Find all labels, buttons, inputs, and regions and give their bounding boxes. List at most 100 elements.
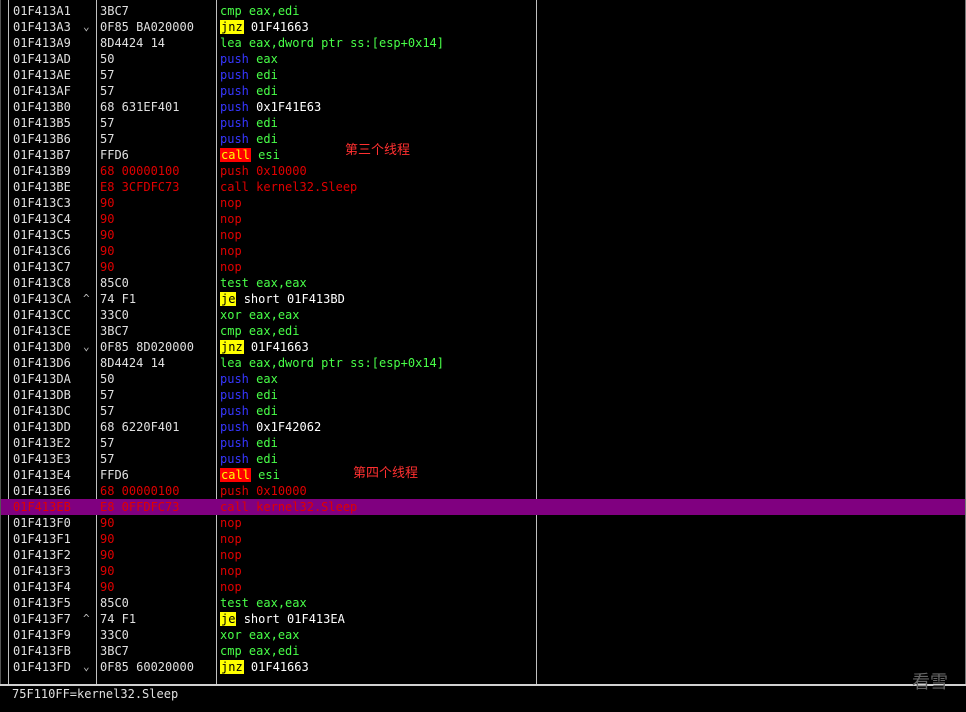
mnemonic: call [220, 500, 249, 514]
address: 01F413B0 [13, 100, 71, 114]
instruction-row[interactable]: 01F413B9 68 00000100 push 0x10000 [1, 163, 965, 179]
instruction-row[interactable]: 01F413DA 50 push eax [1, 371, 965, 387]
instruction-row[interactable]: 01F413C3 90 nop [1, 195, 965, 211]
operands: 0x1F41E63 [256, 100, 322, 114]
operands: edi [256, 116, 278, 130]
instruction-row[interactable]: 01F413DD 68 6220F401 push 0x1F42062 [1, 419, 965, 435]
mnemonic: push [220, 116, 249, 130]
hex-bytes: 85C0 [100, 276, 129, 290]
annotation-fourth-thread: 第四个线程 [353, 466, 419, 481]
instruction-row[interactable]: 01F413F3 90 nop [1, 563, 965, 579]
mnemonic: je [220, 612, 237, 626]
instruction-row[interactable]: 01F413D0 ⌄ 0F85 8D020000 jnz 01F41663 [1, 339, 965, 355]
instruction-row[interactable]: 01F413F4 90 nop [1, 579, 965, 595]
disassembly: call kernel32.Sleep [220, 179, 357, 195]
mnemonic: push [220, 404, 249, 418]
instruction-row[interactable]: 01F413B5 57 push edi [1, 115, 965, 131]
instruction-row[interactable]: 01F413DC 57 push edi [1, 403, 965, 419]
instruction-row[interactable]: 01F413E2 57 push edi [1, 435, 965, 451]
instruction-row[interactable]: 01F413F1 90 nop [1, 531, 965, 547]
address: 01F413C8 [13, 276, 71, 290]
instruction-row[interactable]: 01F413C6 90 nop [1, 243, 965, 259]
instruction-row[interactable]: 01F413E3 57 push edi [1, 451, 965, 467]
instruction-row[interactable]: 01F413C7 90 nop [1, 259, 965, 275]
mnemonic: cmp [220, 4, 242, 18]
instruction-row[interactable]: 01F413E4 FFD6 call esi [1, 467, 965, 483]
instruction-row[interactable]: 01F413CE 3BC7 cmp eax,edi [1, 323, 965, 339]
address: 01F413D0 [13, 340, 71, 354]
address: 01F413E6 [13, 484, 71, 498]
mnemonic: nop [220, 580, 242, 594]
instruction-row[interactable]: 01F413F7 ^ 74 F1 je short 01F413EA [1, 611, 965, 627]
address: 01F413DC [13, 404, 71, 418]
disassembly: nop [220, 259, 249, 275]
mnemonic: nop [220, 228, 242, 242]
hex-bytes: 50 [100, 372, 115, 386]
selected-instruction-row[interactable]: 01F413EB E8 0FFDFC73 call kernel32.Sleep [1, 499, 965, 515]
kanxue-watermark-logo: 看雪 [912, 672, 948, 693]
annotation-third-thread: 第三个线程 [345, 143, 411, 158]
mnemonic: push [220, 484, 249, 498]
instruction-row[interactable]: 01F413C8 85C0 test eax,eax [1, 275, 965, 291]
instruction-row[interactable]: 01F413AE 57 push edi [1, 67, 965, 83]
mnemonic: je [220, 292, 237, 306]
hex-bytes: 50 [100, 52, 115, 66]
operands: edi [256, 68, 278, 82]
instruction-row[interactable]: 01F413C5 90 nop [1, 227, 965, 243]
operands: edi [256, 84, 278, 98]
hex-bytes: 90 [100, 532, 115, 546]
disassembly: je short 01F413BD [220, 291, 345, 307]
address: 01F413F5 [13, 596, 71, 610]
mnemonic: lea [220, 356, 242, 370]
instruction-row[interactable]: 01F413C4 90 nop [1, 211, 965, 227]
instruction-row[interactable]: 01F413D6 8D4424 14 lea eax,dword ptr ss:[e… [1, 355, 965, 371]
disassembly: xor eax,eax [220, 307, 300, 323]
operands: 01F41663 [250, 20, 309, 34]
instruction-row[interactable]: 01F413A1 3BC7 cmp eax,edi [1, 3, 965, 19]
mnemonic: nop [220, 244, 242, 258]
operands: kernel32.Sleep [256, 180, 358, 194]
disassembly: nop [220, 515, 249, 531]
instruction-row[interactable]: 01F413FD ⌄ 0F85 60020000 jnz 01F41663 [1, 659, 965, 675]
instruction-row[interactable]: 01F413F9 33C0 xor eax,eax [1, 627, 965, 643]
instruction-row[interactable]: 01F413E6 68 00000100 push 0x10000 [1, 483, 965, 499]
instruction-row[interactable]: 01F413DB 57 push edi [1, 387, 965, 403]
hex-bytes: E8 0FFDFC73 [100, 500, 180, 514]
mnemonic: nop [220, 196, 242, 210]
mnemonic: call [220, 468, 251, 482]
address: 01F413F0 [13, 516, 71, 530]
operands: edi [256, 404, 278, 418]
disassembly-pane[interactable]: 01F413A1 3BC7 cmp eax,edi 01F413A3 ⌄ 0F85 BA0… [0, 0, 966, 684]
disassembly: push edi [220, 115, 278, 131]
hex-bytes: 74 F1 [100, 612, 137, 626]
instruction-row[interactable]: 01F413A9 8D4424 14 lea eax,dword ptr ss:[e… [1, 35, 965, 51]
instruction-row[interactable]: 01F413B0 68 631EF401 push 0x1F41E63 [1, 99, 965, 115]
operands: kernel32.Sleep [256, 500, 358, 514]
hex-bytes: 57 [100, 436, 115, 450]
instruction-row[interactable]: 01F413F0 90 nop [1, 515, 965, 531]
hex-bytes: 3BC7 [100, 4, 129, 18]
address: 01F413E4 [13, 468, 71, 482]
instruction-row[interactable]: 01F413F2 90 nop [1, 547, 965, 563]
instruction-row[interactable]: 01F413AD 50 push eax [1, 51, 965, 67]
hex-bytes: 90 [100, 228, 115, 242]
hex-bytes: 57 [100, 452, 115, 466]
instruction-row[interactable]: 01F413AF 57 push edi [1, 83, 965, 99]
disassembly: push edi [220, 387, 278, 403]
instruction-row[interactable]: 01F413FB 3BC7 cmp eax,edi [1, 643, 965, 659]
instruction-row[interactable]: 01F413CA ^ 74 F1 je short 01F413BD [1, 291, 965, 307]
disassembly: push edi [220, 83, 278, 99]
instruction-row[interactable]: 01F413B6 57 push edi [1, 131, 965, 147]
operands: 0x1F42062 [256, 420, 322, 434]
operands: eax [256, 52, 278, 66]
hex-bytes: 74 F1 [100, 292, 137, 306]
mnemonic: push [220, 52, 249, 66]
mnemonic: call [220, 180, 249, 194]
jump-arrow-icon: ⌄ [83, 20, 90, 33]
instruction-row[interactable]: 01F413CC 33C0 xor eax,eax [1, 307, 965, 323]
instruction-row[interactable]: 01F413F5 85C0 test eax,eax [1, 595, 965, 611]
hex-bytes: 68 00000100 [100, 484, 180, 498]
instruction-row[interactable]: 01F413B7 FFD6 call esi [1, 147, 965, 163]
instruction-row[interactable]: 01F413A3 ⌄ 0F85 BA020000 jnz 01F41663 [1, 19, 965, 35]
instruction-row[interactable]: 01F413BE E8 3CFDFC73 call kernel32.Sleep [1, 179, 965, 195]
